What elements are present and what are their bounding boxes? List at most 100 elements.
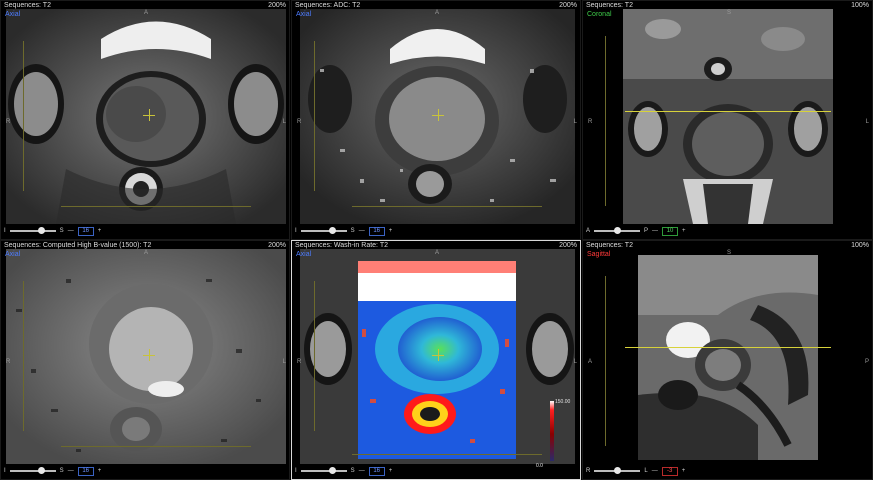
orientation-right: L [282,359,286,365]
mri-image-sagittal-t2 [638,255,818,460]
sequence-header: Sequences: Computed High B-value (1500):… [4,242,152,249]
sequence-header: Sequences: ADC: T2 [295,2,361,9]
viewport-sagittal-t2[interactable]: Sequences: T2 100% Sagittal S A P R L — … [582,240,873,480]
slice-slider-knob[interactable] [328,467,336,474]
depth-ruler [314,41,315,191]
plus-icon[interactable]: + [98,228,102,234]
mri-image-axial-t2 [6,9,286,224]
slice-start-label: R [586,468,591,474]
slice-slider-knob[interactable] [37,467,45,474]
slice-start-label: I [4,228,6,234]
slice-controls: R L — -3 + [586,466,685,476]
crosshair [432,115,444,116]
horizontal-ruler [352,206,542,207]
slice-number-field[interactable]: 16 [368,466,385,476]
slice-start-label: I [4,468,6,474]
minus-icon[interactable]: — [359,468,365,474]
zoom-level: 100% [851,242,869,249]
orientation-left: R [297,359,302,365]
plus-icon[interactable]: + [682,468,686,474]
slice-slider[interactable] [300,227,347,234]
orientation-left: R [6,119,11,125]
slice-slider[interactable] [9,467,56,474]
viewport-coronal-t2[interactable]: Sequences: T2 100% Coronal S R L A P — 1… [582,0,873,240]
viewport-axial-t2[interactable]: Sequences: T2 200% Axial A R L I S — 16 … [0,0,290,240]
plane-label: Axial [296,251,312,258]
slice-start-label: I [295,228,297,234]
sequence-header: Sequences: Wash-in Rate: T2 [295,242,388,249]
mri-image-axial-high-bvalue [6,249,286,464]
depth-ruler [605,36,606,206]
slice-end-label: P [644,228,649,234]
slice-slider-knob[interactable] [328,227,336,234]
minus-icon[interactable]: — [359,228,365,234]
slice-number-field[interactable]: 10 [662,226,679,236]
orientation-right: L [282,119,286,125]
viewport-axial-adc[interactable]: Sequences: ADC: T2 200% Axial A R L I S … [291,0,581,240]
orientation-left: R [588,119,593,125]
slice-start-label: I [295,468,297,474]
slice-number-field[interactable]: -3 [661,466,678,476]
orientation-left: R [297,119,302,125]
slice-slider[interactable] [9,227,56,234]
plane-label: Coronal [587,11,612,18]
minus-icon[interactable]: — [652,468,658,474]
slice-number-field[interactable]: 16 [77,226,94,236]
slice-end-label: S [59,468,64,474]
plus-icon[interactable]: + [389,228,393,234]
mri-image-coronal-t2 [623,9,833,224]
plane-label: Sagittal [587,251,611,258]
slice-slider-knob[interactable] [614,227,622,234]
orientation-top: S [727,250,732,256]
slice-slider[interactable] [594,467,641,474]
minus-icon[interactable]: — [68,468,74,474]
zoom-level: 100% [851,2,869,9]
orientation-top: S [727,10,732,16]
orientation-top: A [144,10,149,16]
slice-controls: I S — 16 + [4,226,101,236]
slice-end-label: S [59,228,64,234]
slice-controls: I S — 16 + [295,466,392,476]
slice-slider[interactable] [300,467,347,474]
crosshair [143,115,155,116]
slice-number-field[interactable]: 16 [77,466,94,476]
minus-icon[interactable]: — [68,228,74,234]
depth-ruler [605,276,606,446]
orientation-left: A [588,359,593,365]
plus-icon[interactable]: + [389,468,393,474]
orientation-right: L [865,119,869,125]
plus-icon[interactable]: + [682,228,686,234]
slice-slider-knob[interactable] [37,227,45,234]
depth-ruler [314,281,315,431]
orientation-top: A [144,250,149,256]
viewport-axial-washin-rate[interactable]: 150.00 0.0 Sequences: Wash-in Rate: T2 2… [291,240,581,480]
slice-slider[interactable] [594,227,641,234]
orientation-right: P [864,359,869,365]
horizontal-ruler [61,446,251,447]
horizontal-ruler [61,206,251,207]
slice-controls: I S — 16 + [4,466,101,476]
orientation-right: L [573,119,577,125]
orientation-top: A [435,250,440,256]
slice-controls: A P — 10 + [586,226,686,236]
plane-label: Axial [5,251,21,258]
color-scale-min: 0.0 [536,463,543,469]
orientation-left: R [6,359,11,365]
color-scale-bar [550,401,554,461]
crosshair [143,355,155,356]
zoom-level: 200% [268,2,286,9]
slice-position-line[interactable] [625,111,831,112]
minus-icon[interactable]: — [652,228,658,234]
slice-slider-knob[interactable] [614,467,622,474]
plane-label: Axial [296,11,312,18]
depth-ruler [23,41,24,191]
slice-position-line[interactable] [625,347,831,348]
plus-icon[interactable]: + [98,468,102,474]
zoom-level: 200% [559,242,577,249]
zoom-level: 200% [559,2,577,9]
slice-end-label: L [644,468,648,474]
slice-number-field[interactable]: 16 [368,226,385,236]
depth-ruler [23,281,24,431]
orientation-top: A [435,10,440,16]
viewport-axial-high-bvalue[interactable]: Sequences: Computed High B-value (1500):… [0,240,290,480]
